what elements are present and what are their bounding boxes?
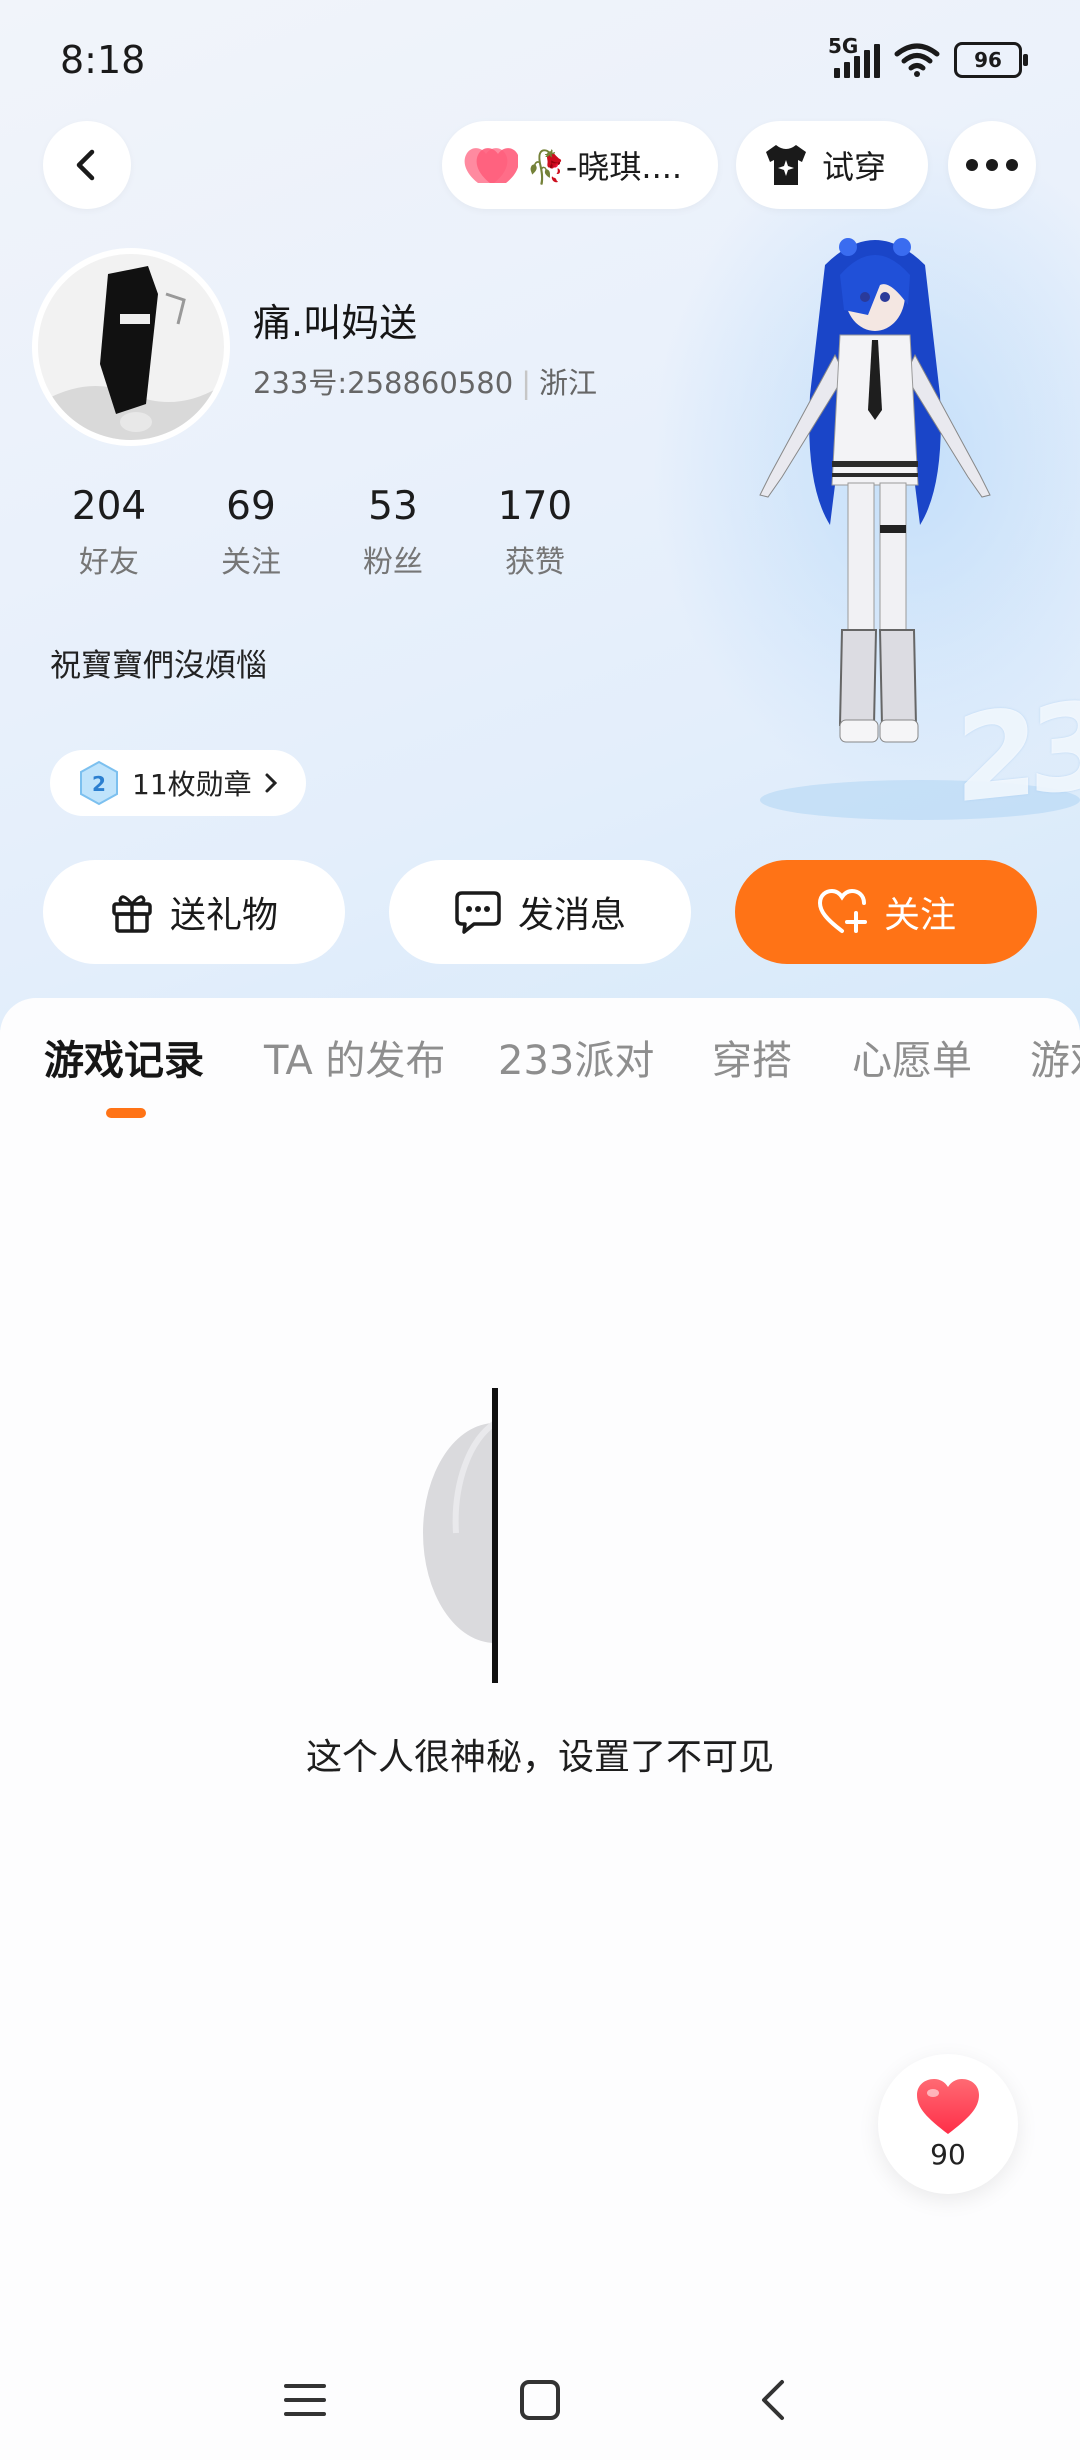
medal-count: 11枚勋章	[132, 768, 252, 801]
user-bio: 祝寶寶們沒煩惱	[50, 648, 267, 684]
send-gift-label: 送礼物	[169, 895, 278, 936]
more-icon	[966, 159, 1018, 171]
send-gift-button[interactable]: 送礼物	[43, 860, 345, 964]
stat-label: 粉丝	[363, 545, 423, 580]
3d-avatar-character[interactable]	[740, 225, 1010, 795]
partner-pill[interactable]: 🥀-晓琪....	[442, 121, 718, 209]
wifi-icon	[894, 42, 940, 78]
user-nickname: 痛.叫妈送	[253, 301, 418, 345]
stat-value: 69	[226, 484, 276, 529]
user-avatar[interactable]	[38, 254, 224, 440]
heart-icon	[464, 148, 518, 183]
network-type: 5G	[828, 34, 859, 58]
medal-icon: 2	[80, 760, 118, 806]
back-button[interactable]	[43, 121, 131, 209]
stat-friends[interactable]: 204 好友	[38, 484, 180, 581]
medal-chip[interactable]: 2 11枚勋章	[50, 750, 306, 816]
message-icon	[455, 891, 501, 934]
profile-stats: 204 好友 69 关注 53 粉丝 170 获赞	[38, 484, 606, 581]
tab-games[interactable]: 游戏	[1030, 1028, 1080, 1086]
profile-tabs: 游戏记录 TA 的发布 233派对 穿搭 心愿单 游戏	[0, 1028, 1080, 1118]
heart-plus-icon	[817, 889, 867, 933]
follow-label: 关注	[883, 895, 956, 936]
stat-label: 获赞	[505, 545, 565, 580]
hidden-content-illustration	[423, 1388, 498, 1683]
active-tab-indicator	[106, 1108, 146, 1118]
tab-wishlist[interactable]: 心愿单	[852, 1028, 972, 1086]
stat-following[interactable]: 69 关注	[180, 484, 322, 581]
partner-name: 🥀-晓琪....	[526, 148, 683, 186]
nav-back-button[interactable]	[743, 2370, 803, 2430]
follow-button[interactable]: 关注	[735, 860, 1037, 964]
tab-posts[interactable]: TA 的发布	[264, 1028, 445, 1086]
user-id: 233号:258860580	[253, 366, 514, 400]
stat-value: 204	[71, 484, 147, 529]
heart-icon	[917, 2078, 979, 2134]
try-on-label: 试穿	[822, 148, 887, 186]
tab-game-records[interactable]: 游戏记录	[44, 1028, 204, 1086]
stat-value: 53	[368, 484, 418, 529]
like-button[interactable]: 90	[878, 2054, 1018, 2194]
stat-label: 好友	[79, 545, 139, 580]
stat-value: 170	[497, 484, 573, 529]
status-time: 8:18	[60, 38, 146, 82]
stat-fans[interactable]: 53 粉丝	[322, 484, 464, 581]
send-message-button[interactable]: 发消息	[389, 860, 691, 964]
tshirt-icon	[766, 145, 806, 185]
signal-icon: 5G	[828, 34, 880, 78]
stat-likes: 170 获赞	[464, 484, 606, 581]
stat-label: 关注	[221, 545, 281, 580]
more-button[interactable]	[948, 121, 1036, 209]
home-button[interactable]	[510, 2370, 570, 2430]
menu-icon	[284, 2384, 326, 2416]
user-id-location: 233号:258860580 | 浙江	[253, 366, 597, 400]
home-icon	[520, 2380, 560, 2420]
chevron-right-icon	[265, 773, 277, 793]
empty-state-message: 这个人很神秘，设置了不可见	[305, 1737, 774, 1778]
nav-back-icon	[762, 2380, 784, 2420]
svg-text:2: 2	[92, 772, 106, 796]
send-message-label: 发消息	[517, 895, 626, 936]
tab-233-party[interactable]: 233派对	[498, 1028, 654, 1086]
back-icon	[76, 149, 95, 181]
status-bar: 8:18 5G 96	[0, 0, 1080, 120]
battery-icon: 96	[954, 42, 1028, 78]
system-navigation-bar	[0, 2360, 1080, 2440]
menu-button[interactable]	[275, 2370, 335, 2430]
try-on-button[interactable]: 试穿	[736, 121, 928, 209]
gift-icon	[112, 895, 152, 933]
battery-level: 96	[974, 48, 1002, 72]
like-count: 90	[930, 2137, 966, 2171]
user-location: 浙江	[538, 366, 597, 400]
tab-outfits[interactable]: 穿搭	[712, 1028, 792, 1086]
